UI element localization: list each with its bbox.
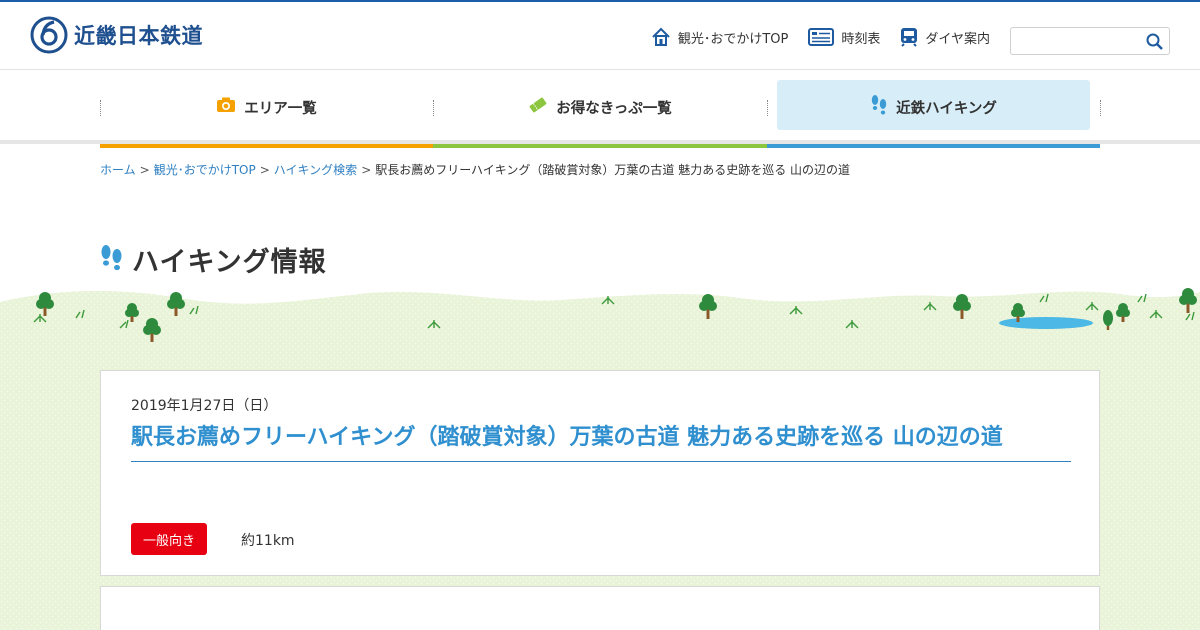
- global-nav: エリア一覧 お得なきっぷ一覧 近鉄ハイキング: [0, 70, 1200, 148]
- timetable-icon: [808, 28, 835, 46]
- nav-separator: [1100, 100, 1101, 116]
- breadcrumb-home[interactable]: ホーム: [100, 163, 136, 177]
- breadcrumb-separator: >: [361, 163, 372, 177]
- nav-ticket-accent: [433, 144, 767, 148]
- event-distance: 約11km: [241, 533, 295, 549]
- nav-kintetsu-hiking-label: 近鉄ハイキング: [896, 100, 997, 117]
- brand-name: 近畿日本鉄道: [74, 24, 203, 48]
- sightseeing-top-label: 観光･おでかけTOP: [677, 31, 789, 47]
- nav-ticket-list[interactable]: お得なきっぷ一覧: [433, 70, 767, 148]
- ticket-icon: [528, 96, 548, 118]
- breadcrumb-current: 駅長お薦めフリーハイキング（踏破賞対象）万葉の古道 魅力ある史跡を巡る 山の辺の…: [375, 163, 851, 177]
- camera-icon: [216, 97, 236, 117]
- breadcrumb-separator: >: [139, 163, 150, 177]
- home-icon: [651, 27, 671, 47]
- site-search: [1010, 27, 1170, 55]
- nav-area-list-label: エリア一覧: [244, 100, 317, 117]
- event-title: 駅長お薦めフリーハイキング（踏破賞対象）万葉の古道 魅力ある史跡を巡る 山の辺の…: [131, 421, 1071, 462]
- kintetsu-logo-icon: [30, 16, 68, 54]
- nav-area-list[interactable]: エリア一覧: [100, 70, 433, 148]
- timetable-link[interactable]: 時刻表: [808, 28, 880, 47]
- nav-area-accent: [100, 144, 433, 148]
- route-guide-label: ダイヤ案内: [925, 31, 990, 47]
- nav-hiking-accent: [767, 144, 1100, 148]
- footprints-icon: [870, 94, 888, 120]
- detail-card: [100, 586, 1100, 630]
- event-date: 2019年1月27日（日）: [131, 398, 278, 414]
- pond: [999, 317, 1093, 329]
- search-input[interactable]: [1011, 28, 1141, 54]
- search-button[interactable]: [1145, 32, 1165, 52]
- search-icon: [1146, 33, 1163, 50]
- train-icon: [900, 27, 918, 47]
- footprints-icon: [100, 244, 124, 276]
- header-links: 観光･おでかけTOP 時刻表 ダイヤ案内: [651, 27, 990, 47]
- site-header: 近畿日本鉄道 観光･おでかけTOP 時刻表 ダイヤ案内: [0, 2, 1200, 70]
- page-heading: ハイキング情報: [132, 247, 327, 278]
- site-logo[interactable]: 近畿日本鉄道: [30, 16, 203, 54]
- nav-kintetsu-hiking[interactable]: 近鉄ハイキング: [767, 70, 1100, 148]
- timetable-label: 時刻表: [841, 31, 881, 47]
- sightseeing-top-link[interactable]: 観光･おでかけTOP: [651, 27, 789, 47]
- level-badge: 一般向き: [131, 523, 207, 555]
- route-guide-link[interactable]: ダイヤ案内: [900, 27, 990, 47]
- breadcrumb-hiking-search[interactable]: ハイキング検索: [274, 163, 357, 177]
- breadcrumb-separator: >: [259, 163, 270, 177]
- event-card: 2019年1月27日（日） 駅長お薦めフリーハイキング（踏破賞対象）万葉の古道 …: [100, 370, 1100, 576]
- nav-ticket-list-label: お得なきっぷ一覧: [556, 100, 672, 117]
- breadcrumb-sightseeing[interactable]: 観光･おでかけTOP: [154, 163, 256, 177]
- page-title: ハイキング情報: [100, 240, 327, 279]
- breadcrumb: ホーム > 観光･おでかけTOP > ハイキング検索 > 駅長お薦めフリーハイキング（踏破賞…: [100, 161, 850, 178]
